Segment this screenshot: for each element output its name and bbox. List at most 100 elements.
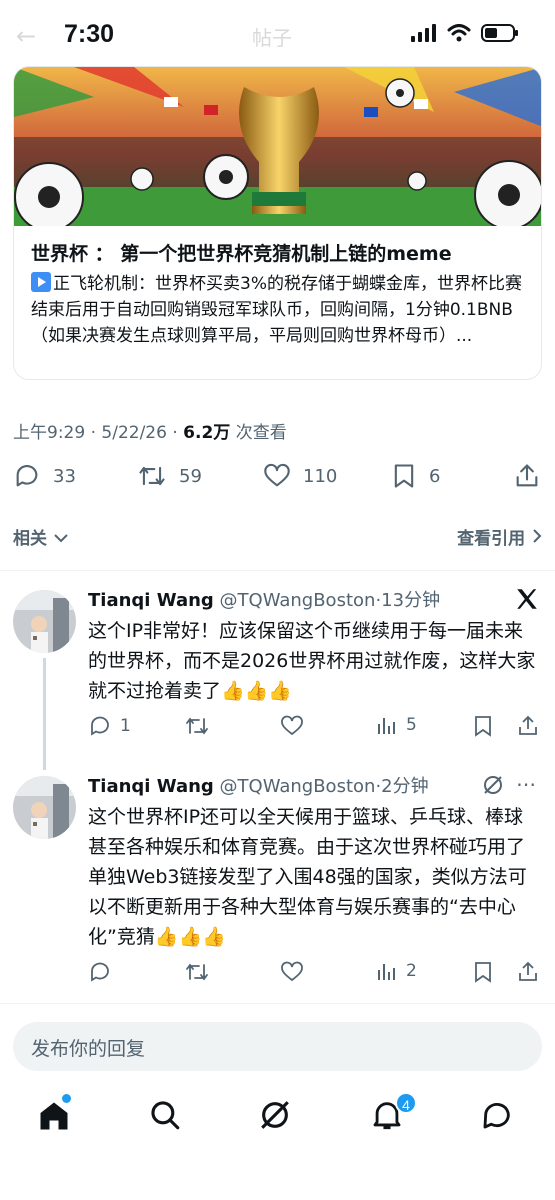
link-card[interactable]: 世界杯 ： 第一个把世界杯竞猜机制上链的meme 正飞轮机制：世界杯买卖3%的税… bbox=[13, 66, 542, 380]
author-handle[interactable]: @TQWangBoston bbox=[220, 590, 376, 611]
reply-header: Tianqi Wang @TQWangBoston·13分钟 bbox=[88, 586, 440, 612]
reply-time: 2分钟 bbox=[381, 776, 429, 797]
reply-action[interactable]: 1 bbox=[88, 714, 131, 738]
status-icons bbox=[411, 24, 519, 42]
tab-messages[interactable] bbox=[480, 1098, 520, 1138]
heart-icon bbox=[281, 961, 303, 982]
views-action[interactable]: 2 bbox=[376, 960, 417, 982]
tab-grok[interactable] bbox=[258, 1098, 298, 1138]
meta-separator: · bbox=[90, 423, 96, 443]
bottom-tab-bar bbox=[0, 1090, 555, 1150]
repost-action[interactable]: 59 bbox=[137, 462, 202, 490]
bookmark-action[interactable] bbox=[472, 960, 494, 984]
share-action[interactable] bbox=[513, 462, 541, 490]
author-handle[interactable]: @TQWangBoston bbox=[220, 776, 376, 797]
card-title: 世界杯 ： 第一个把世界杯竞猜机制上链的meme bbox=[31, 243, 452, 265]
bookmark-count: 6 bbox=[429, 465, 441, 487]
analytics-icon bbox=[378, 718, 395, 734]
chevron-right-icon bbox=[533, 529, 542, 543]
divider bbox=[0, 570, 555, 571]
status-time: 7:30 bbox=[64, 20, 115, 48]
analytics-icon bbox=[378, 964, 395, 980]
cellular-signal-icon bbox=[411, 24, 436, 42]
repost-action[interactable] bbox=[184, 714, 210, 738]
like-action[interactable] bbox=[280, 714, 304, 738]
back-arrow-icon[interactable]: ← bbox=[16, 22, 36, 50]
tab-search[interactable] bbox=[148, 1098, 188, 1138]
grok-icon bbox=[261, 1101, 289, 1129]
messages-icon bbox=[483, 1103, 510, 1129]
more-options-icon[interactable]: ⋯ bbox=[516, 772, 537, 796]
bookmark-action[interactable] bbox=[472, 714, 494, 738]
reply-icon bbox=[16, 465, 38, 487]
reply-header: Tianqi Wang @TQWangBoston·2分钟 bbox=[88, 772, 429, 798]
reply-tweet[interactable]: Tianqi Wang @TQWangBoston·2分钟 ⋯ 这个世界杯IP还… bbox=[0, 766, 555, 996]
battery-icon bbox=[481, 24, 518, 42]
repost-count: 59 bbox=[179, 465, 202, 487]
meta-separator: · bbox=[172, 423, 178, 443]
related-label: 相关 bbox=[13, 529, 47, 549]
reply-actions: 1 5 bbox=[88, 714, 543, 742]
share-icon bbox=[516, 464, 538, 487]
repost-action[interactable] bbox=[184, 960, 210, 984]
share-action[interactable] bbox=[516, 714, 540, 738]
author-name[interactable]: Tianqi Wang bbox=[88, 590, 214, 611]
like-action[interactable] bbox=[280, 960, 304, 984]
repost-icon bbox=[186, 717, 208, 735]
post-date: 5/22/26 bbox=[101, 423, 167, 443]
bookmark-action[interactable]: 6 bbox=[391, 462, 440, 490]
wifi-icon bbox=[447, 24, 471, 42]
avatar[interactable] bbox=[13, 590, 76, 653]
grok-icon[interactable] bbox=[482, 774, 504, 796]
like-count: 110 bbox=[303, 465, 338, 487]
views-action[interactable]: 5 bbox=[376, 714, 417, 736]
heart-icon bbox=[281, 715, 303, 736]
status-bar: ← 7:30 帖子 bbox=[0, 0, 555, 70]
bookmark-icon bbox=[475, 716, 491, 737]
repost-icon bbox=[186, 963, 208, 981]
play-icon bbox=[31, 272, 51, 292]
card-description: 正飞轮机制：世界杯买卖3%的税存储于蝴蝶金库，世界杯比赛结束后用于自动回购销毁冠… bbox=[31, 271, 537, 349]
reply-text: 这个世界杯IP还可以全天候用于篮球、乒乓球、棒球甚至各种娱乐和体育竞赛。由于这次… bbox=[88, 806, 527, 948]
search-icon bbox=[151, 1101, 180, 1130]
bookmark-icon bbox=[475, 962, 491, 983]
heart-icon bbox=[264, 463, 290, 487]
related-row: 相关 查看引用 bbox=[13, 522, 543, 552]
post-time: 上午9:29 bbox=[13, 423, 86, 443]
view-count: 5 bbox=[406, 715, 417, 735]
page-title: 帖子 bbox=[252, 26, 292, 50]
reply-action[interactable] bbox=[88, 960, 112, 984]
related-dropdown[interactable]: 相关 bbox=[13, 524, 69, 549]
reply-icon bbox=[91, 962, 109, 982]
view-count-label: 次查看 bbox=[235, 423, 287, 443]
bookmark-icon bbox=[394, 464, 414, 488]
reply-input[interactable]: 发布你的回复 bbox=[13, 1022, 542, 1071]
avatar[interactable] bbox=[13, 776, 76, 839]
reply-tweet[interactable]: Tianqi Wang @TQWangBoston·13分钟 这个IP非常好！应… bbox=[0, 580, 555, 770]
home-icon bbox=[40, 1102, 68, 1130]
post-meta: 上午9:29 · 5/22/26 · 6.2万 次查看 bbox=[13, 418, 287, 443]
home-notification-dot bbox=[62, 1094, 71, 1103]
share-icon bbox=[519, 715, 537, 735]
reply-actions: 2 bbox=[88, 960, 543, 988]
notifications-badge: 4 bbox=[395, 1092, 417, 1114]
world-cup-trophy-image bbox=[14, 67, 541, 226]
reply-text: 这个IP非常好！应该保留这个币继续用于每一届未来的世界杯，而不是2026世界杯用… bbox=[88, 620, 536, 702]
post-actions: 33 59 110 6 bbox=[13, 462, 543, 498]
author-name[interactable]: Tianqi Wang bbox=[88, 776, 214, 797]
chevron-down-icon bbox=[54, 534, 68, 543]
x-logo-icon[interactable] bbox=[514, 586, 540, 612]
view-quotes-label: 查看引用 bbox=[457, 529, 526, 549]
reply-count: 33 bbox=[53, 465, 76, 487]
view-quotes-link[interactable]: 查看引用 bbox=[457, 524, 543, 549]
thread-line bbox=[43, 658, 46, 770]
reply-time: 13分钟 bbox=[381, 590, 441, 611]
reply-icon bbox=[91, 716, 109, 736]
like-action[interactable]: 110 bbox=[263, 462, 337, 490]
tab-home[interactable] bbox=[36, 1094, 76, 1138]
reply-action[interactable]: 33 bbox=[13, 462, 76, 490]
share-action[interactable] bbox=[516, 960, 540, 984]
reply-count: 1 bbox=[120, 716, 131, 736]
divider bbox=[0, 1003, 555, 1004]
share-icon bbox=[519, 961, 537, 981]
